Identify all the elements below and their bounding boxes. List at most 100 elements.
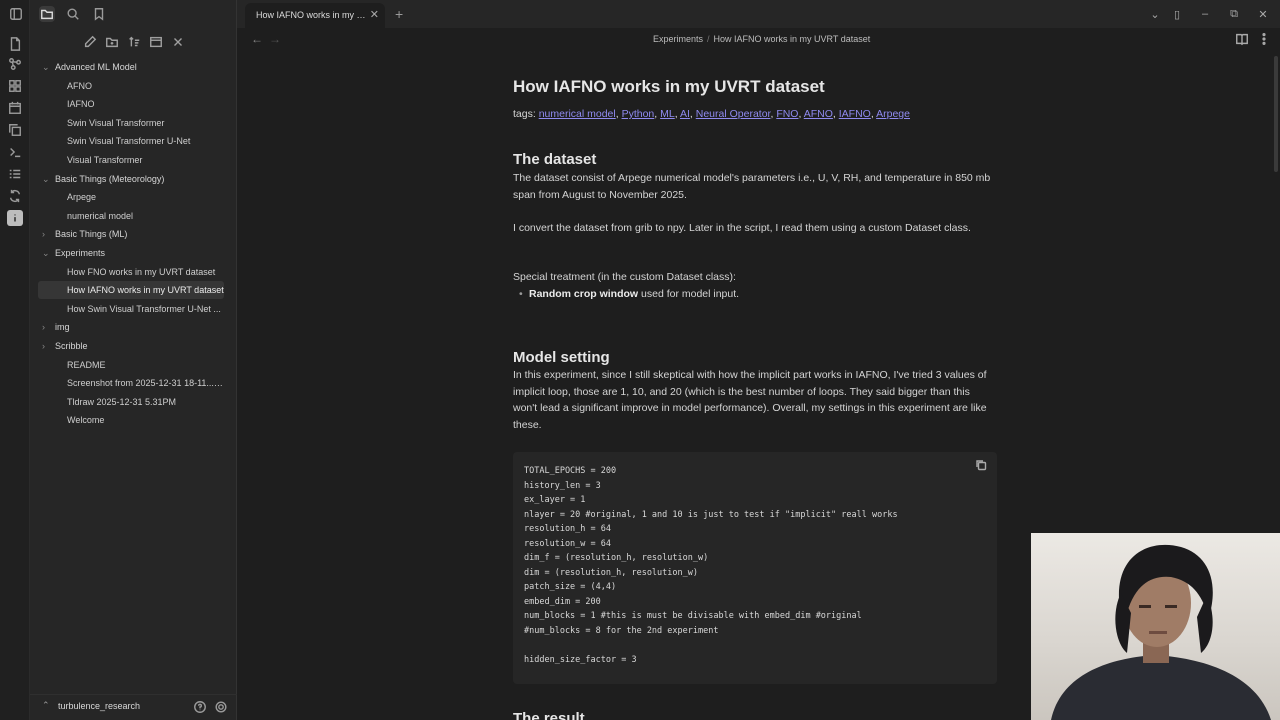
tree-item-label: Advanced ML Model [55, 62, 137, 72]
tree-item-label: Tldraw 2025-12-31 5.31PM [67, 396, 177, 407]
chevron-down-icon: ⌄ [42, 248, 50, 258]
new-folder-icon[interactable] [104, 34, 120, 50]
chevron-down-icon: ⌄ [42, 173, 50, 184]
file-item[interactable]: Screenshot from 2025-12-31 18-11...PNG [38, 374, 224, 392]
tree-item-label: img [55, 322, 70, 333]
file-item[interactable]: Welcome [38, 411, 224, 429]
tag-link[interactable]: numerical model [539, 108, 616, 120]
tag-link[interactable]: Arpege [876, 108, 910, 120]
search-icon[interactable] [65, 6, 81, 22]
file-item[interactable]: How FNO works in my UVRT dataset [38, 263, 224, 281]
tag-link[interactable]: FNO [776, 108, 798, 120]
close-all-icon[interactable] [170, 34, 186, 50]
file-item[interactable]: Arpege [38, 188, 224, 206]
file-item[interactable]: numerical model [38, 207, 224, 225]
tab-label: How IAFNO works in my UVRT dataset [256, 10, 368, 20]
help-icon[interactable] [193, 700, 207, 714]
back-arrow-icon[interactable]: ← [251, 32, 263, 46]
ribbon [0, 0, 30, 720]
folder-item[interactable]: ⌄ Basic Things (Meteorology) [38, 170, 224, 188]
obsidian-window: ⌄ Advanced ML Model AFNO IAFNO Swin Visual T… [0, 0, 1280, 720]
heading-model-setting: Model setting [513, 349, 610, 366]
chevron-right-icon: › [42, 322, 45, 333]
vault-switcher[interactable]: ⌃ turbulence_research [30, 694, 237, 720]
close-window-icon[interactable]: ✕ [1256, 7, 1270, 21]
breadcrumb: Experiments / How IAFNO works in my UVRT d… [653, 34, 870, 44]
file-item[interactable]: How IAFNO works in my UVRT dataset [38, 281, 224, 300]
tree-item-label: numerical model [67, 210, 134, 221]
view-header: ← → Experiments / How IAFNO works in my UV… [237, 28, 1280, 52]
file-item[interactable]: Tldraw 2025-12-31 5.31PM [38, 393, 224, 411]
tag-link[interactable]: AI [680, 108, 690, 120]
sidebar-toggle-icon[interactable] [8, 6, 24, 22]
bullet-bold-text: Random crop window [529, 288, 639, 300]
file-item[interactable]: AFNO [38, 77, 224, 95]
tag-link[interactable]: Python [622, 108, 655, 120]
tree-item-label: Welcome [67, 415, 105, 426]
tag-link[interactable]: IAFNO [839, 108, 871, 120]
tab-active-note[interactable]: How IAFNO works in my UVRT dataset ✕ [245, 3, 385, 28]
folder-item[interactable]: ⌄ Advanced ML Model [38, 58, 224, 76]
chevron-right-icon: › [42, 341, 45, 351]
tree-item-label: IAFNO [67, 99, 95, 110]
file-item[interactable]: Swin Visual Transformer U-Net [38, 132, 224, 150]
tags-line: tags: numerical model, Python, ML, AI, N… [513, 108, 910, 120]
heading-dataset: The dataset [513, 151, 597, 168]
bookmark-icon[interactable] [91, 6, 107, 22]
folder-item[interactable]: › img [38, 318, 224, 336]
info-icon[interactable] [7, 210, 23, 226]
copy-code-icon[interactable] [975, 459, 987, 471]
maximize-icon[interactable]: ⧉ [1227, 7, 1241, 21]
minimize-icon[interactable]: – [1198, 7, 1212, 21]
collapse-icon[interactable] [148, 34, 164, 50]
tag-link[interactable]: AFNO [804, 108, 833, 120]
vault-name: turbulence_research [58, 701, 141, 711]
tree-item-label: Arpege [67, 192, 97, 203]
folder-icon[interactable] [39, 6, 55, 22]
folder-item[interactable]: › Basic Things (ML) [38, 225, 224, 243]
webcam-overlay [1031, 533, 1280, 720]
tag-link[interactable]: Neural Operator [696, 108, 771, 120]
file-icon[interactable] [7, 36, 23, 52]
forward-arrow-icon[interactable]: → [269, 32, 281, 46]
tree-item-label: How Swin Visual Transformer U-Net ... [67, 303, 221, 314]
terminal-icon[interactable] [7, 144, 23, 160]
paragraph-dataset-1: The dataset consist of Arpege numerical … [513, 172, 991, 201]
list-item: Random crop window used for model input. [519, 288, 739, 300]
calendar-icon[interactable] [7, 100, 23, 116]
scrollbar[interactable] [1274, 56, 1278, 172]
graph-icon[interactable] [7, 56, 23, 72]
grid-icon[interactable] [7, 78, 23, 94]
settings-gear-icon[interactable] [214, 700, 228, 714]
tree-item-label: Swin Visual Transformer [67, 117, 165, 128]
sync-icon[interactable] [7, 188, 23, 204]
breadcrumb-folder[interactable]: Experiments [653, 34, 703, 44]
breadcrumb-file[interactable]: How IAFNO works in my UVRT dataset [714, 34, 871, 44]
tree-item-label: Experiments [55, 248, 106, 258]
folder-item[interactable]: › Scribble [38, 337, 224, 355]
paragraph-dataset-2: I convert the dataset from grib to npy. … [513, 222, 971, 234]
file-item[interactable]: IAFNO [38, 95, 224, 113]
reading-view-icon[interactable] [1235, 32, 1249, 46]
file-item[interactable]: README [38, 356, 224, 374]
file-item[interactable]: Swin Visual Transformer [38, 114, 224, 132]
new-note-icon[interactable] [82, 34, 98, 50]
list-icon[interactable] [7, 166, 23, 182]
chevron-down-icon[interactable]: ⌄ [1148, 7, 1162, 21]
sidebar-right-icon[interactable]: ▯ [1170, 7, 1184, 21]
tags-label: tags: [513, 108, 536, 120]
close-tab-icon[interactable]: ✕ [370, 8, 379, 21]
breadcrumb-separator: / [707, 34, 710, 44]
tree-item-label: Basic Things (ML) [55, 229, 128, 240]
sort-icon[interactable] [126, 34, 142, 50]
folder-item[interactable]: ⌄ Experiments [38, 244, 224, 262]
tag-link[interactable]: ML [660, 108, 675, 120]
new-tab-icon[interactable]: + [395, 6, 403, 22]
file-item[interactable]: How Swin Visual Transformer U-Net ... [38, 300, 224, 318]
code-block: TOTAL_EPOCHS = 200 history_len = 3 ex_la… [513, 452, 997, 684]
tree-item-label: AFNO [67, 80, 93, 91]
more-options-icon[interactable] [1257, 32, 1271, 46]
copy-icon[interactable] [7, 122, 23, 138]
tab-bar: How IAFNO works in my UVRT dataset ✕ + ⌄… [237, 0, 1280, 28]
file-item[interactable]: Visual Transformer [38, 151, 224, 169]
